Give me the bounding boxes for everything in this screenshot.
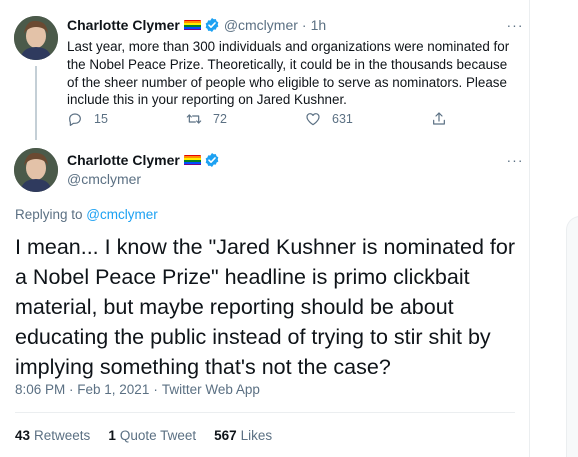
- replying-to: Replying to @cmclymer: [15, 207, 158, 222]
- tweet-meta: 8:06 PM · Feb 1, 2021 · Twitter Web App: [15, 382, 260, 397]
- display-name[interactable]: Charlotte Clymer: [67, 17, 180, 33]
- share-button[interactable]: [431, 111, 458, 127]
- tweet-header: Charlotte Clymer: [67, 152, 220, 168]
- separator: ·: [301, 17, 307, 33]
- verified-icon: [205, 153, 219, 167]
- separator: ·: [153, 382, 158, 397]
- display-name[interactable]: Charlotte Clymer: [67, 152, 180, 168]
- avatar[interactable]: [14, 148, 58, 192]
- retweet-button[interactable]: 72: [186, 111, 227, 127]
- tweet-text: I mean... I know the "Jared Kushner is n…: [15, 235, 516, 379]
- quotes-label: Quote Tweet: [119, 428, 197, 443]
- share-icon: [433, 112, 445, 125]
- tweet-actions: 15 72 631: [67, 111, 457, 131]
- quotes-stat[interactable]: 1 Quote Tweet: [108, 428, 196, 443]
- reply-icon: [69, 113, 81, 126]
- divider: [15, 412, 515, 413]
- likes-count: 567: [214, 428, 237, 443]
- like-icon: [306, 113, 320, 126]
- timestamp[interactable]: 1h: [311, 17, 327, 33]
- retweet-count: 72: [213, 112, 227, 126]
- reply-button[interactable]: 15: [67, 111, 108, 127]
- reply-count: 15: [94, 112, 108, 126]
- verified-icon: [205, 18, 219, 32]
- timestamp[interactable]: 8:06 PM · Feb 1, 2021: [15, 382, 149, 397]
- handle[interactable]: @cmclymer: [224, 17, 298, 33]
- right-sidebar-panel: [566, 216, 578, 457]
- more-icon[interactable]: ···: [506, 18, 524, 38]
- rainbow-flag-icon: [183, 19, 201, 31]
- retweet-icon: [186, 114, 202, 124]
- retweets-label: Retweets: [34, 428, 91, 443]
- tweet-stats: 43 Retweets 1 Quote Tweet 567 Likes: [15, 428, 290, 443]
- retweets-count: 43: [15, 428, 31, 443]
- rainbow-flag-icon: [183, 154, 201, 166]
- handle[interactable]: @cmclymer: [67, 171, 141, 187]
- more-icon[interactable]: ···: [506, 153, 524, 173]
- source-app[interactable]: Twitter Web App: [162, 382, 260, 397]
- retweets-stat[interactable]: 43 Retweets: [15, 428, 90, 443]
- avatar[interactable]: [14, 16, 58, 60]
- tweet-text: Last year, more than 300 individuals and…: [67, 39, 510, 108]
- like-button[interactable]: 631: [305, 111, 353, 127]
- likes-stat[interactable]: 567 Likes: [214, 428, 272, 443]
- replying-prefix: Replying to: [15, 207, 87, 222]
- replying-to-link[interactable]: @cmclymer: [86, 207, 157, 222]
- thread-connector: [35, 66, 37, 140]
- like-count: 631: [332, 112, 353, 126]
- quotes-count: 1: [108, 428, 116, 443]
- tweet-thread: Charlotte Clymer @cmclymer · 1h ··· Last…: [0, 0, 530, 457]
- tweet-header: Charlotte Clymer @cmclymer · 1h: [67, 17, 326, 33]
- likes-label: Likes: [240, 428, 273, 443]
